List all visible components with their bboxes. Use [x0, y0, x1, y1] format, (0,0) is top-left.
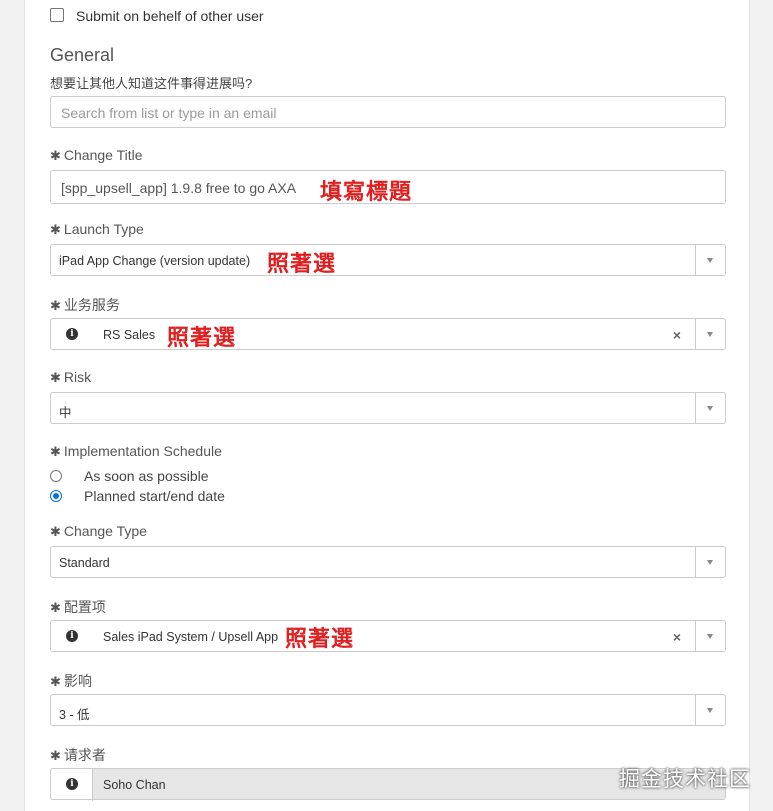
info-icon[interactable]: i — [66, 328, 78, 340]
config-item-label: ✱ 配置项 — [50, 599, 106, 615]
annotation-select-business-service: 照著選 — [167, 326, 237, 351]
launch-type-label: ✱ Launch Type — [50, 221, 144, 237]
radio-label-as-soon-as-possible: As soon as possible — [84, 468, 209, 484]
business-service-dropdown-toggle[interactable] — [695, 319, 725, 349]
chevron-down-icon — [707, 332, 713, 337]
impact-dropdown-toggle[interactable] — [695, 695, 725, 725]
launch-type-select[interactable]: iPad App Change (version update) — [50, 244, 726, 276]
risk-label: ✱ Risk — [50, 369, 92, 385]
chevron-down-icon — [707, 560, 713, 565]
required-mark: ✱ — [50, 600, 61, 615]
required-mark: ✱ — [50, 148, 61, 163]
business-service-select[interactable]: i RS Sales × — [50, 318, 726, 350]
implementation-schedule-label: ✱ Implementation Schedule — [50, 443, 222, 459]
chevron-down-icon — [707, 258, 713, 263]
annotation-select-launch-type: 照著選 — [267, 252, 337, 277]
annotation-select-config-item: 照著選 — [285, 627, 355, 652]
required-mark: ✱ — [50, 370, 61, 385]
radio-planned-start-end-date[interactable] — [50, 490, 62, 502]
requester-info-button[interactable]: i — [51, 769, 93, 801]
config-item-dropdown-toggle[interactable] — [695, 621, 725, 651]
change-type-value: Standard — [59, 556, 110, 570]
config-item-value: Sales iPad System / Upsell App — [103, 630, 279, 644]
risk-dropdown-toggle[interactable] — [695, 393, 725, 423]
requester-label: ✱ 请求者 — [50, 747, 106, 763]
clear-icon[interactable]: × — [673, 327, 681, 343]
clear-icon[interactable]: × — [673, 629, 681, 645]
chevron-down-icon — [707, 406, 713, 411]
info-icon: i — [66, 778, 78, 790]
required-mark: ✱ — [50, 748, 61, 763]
change-type-dropdown-toggle[interactable] — [695, 547, 725, 577]
required-mark: ✱ — [50, 674, 61, 689]
required-mark: ✱ — [50, 444, 61, 459]
launch-type-dropdown-toggle[interactable] — [695, 245, 725, 275]
change-type-select[interactable]: Standard — [50, 546, 726, 578]
section-title-general: General — [50, 45, 115, 65]
risk-value: 中 — [59, 406, 72, 420]
radio-label-planned-start-end-date: Planned start/end date — [84, 488, 225, 504]
required-mark: ✱ — [50, 298, 61, 313]
business-service-label: ✱ 业务服务 — [50, 297, 120, 313]
watch-list-placeholder: Search from list or type in an email — [61, 105, 277, 121]
business-service-value: RS Sales — [103, 328, 156, 342]
watermark: 掘金技术社区 — [619, 767, 751, 791]
launch-type-value: iPad App Change (version update) — [59, 254, 251, 268]
required-mark: ✱ — [50, 222, 61, 237]
chevron-down-icon — [707, 708, 713, 713]
requester-value: Soho Chan — [103, 778, 166, 792]
impact-value: 3 - 低 — [59, 708, 90, 722]
submit-on-behalf-checkbox[interactable] — [50, 8, 64, 22]
annotation-fill-title: 填寫標題 — [320, 180, 413, 205]
chevron-down-icon — [707, 634, 713, 639]
change-title-label: ✱ Change Title — [50, 147, 143, 163]
change-title-value: [spp_upsell_app] 1.9.8 free to go AXA — [61, 180, 297, 196]
required-mark: ✱ — [50, 524, 61, 539]
config-item-select[interactable]: i Sales iPad System / Upsell App × — [50, 620, 726, 652]
radio-as-soon-as-possible[interactable] — [50, 470, 62, 482]
impact-label: ✱ 影响 — [50, 673, 92, 689]
submit-on-behalf-label: Submit on behelf of other user — [76, 8, 264, 24]
impact-select[interactable]: 3 - 低 — [50, 694, 726, 726]
watch-list-prompt: 想要让其他人知道这件事得进展吗? — [50, 76, 253, 91]
risk-select[interactable]: 中 — [50, 392, 726, 424]
change-type-label: ✱ Change Type — [50, 523, 147, 539]
watch-list-input[interactable]: Search from list or type in an email — [50, 96, 726, 128]
info-icon[interactable]: i — [66, 630, 78, 642]
